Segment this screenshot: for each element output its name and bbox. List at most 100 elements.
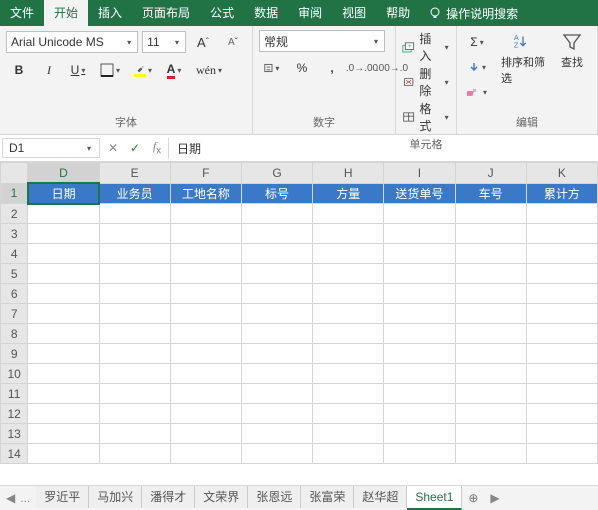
accounting-format-button[interactable]: ▾	[259, 56, 285, 80]
cell[interactable]	[313, 204, 384, 224]
tab-help[interactable]: 帮助	[376, 0, 420, 26]
cell[interactable]	[28, 404, 99, 424]
sheet-tab[interactable]: 马加兴	[89, 486, 142, 508]
cell[interactable]	[313, 404, 384, 424]
column-header[interactable]: H	[313, 163, 384, 184]
cell[interactable]	[28, 204, 99, 224]
cell[interactable]	[384, 264, 455, 284]
cell[interactable]	[455, 344, 526, 364]
cell[interactable]	[455, 204, 526, 224]
cell[interactable]	[28, 224, 99, 244]
cell[interactable]	[384, 224, 455, 244]
cell[interactable]	[99, 304, 170, 324]
cell[interactable]	[313, 424, 384, 444]
cell[interactable]	[241, 404, 312, 424]
cell[interactable]	[313, 284, 384, 304]
tab-file[interactable]: 文件	[0, 0, 44, 26]
column-header[interactable]: D	[28, 163, 99, 184]
cell[interactable]	[170, 284, 241, 304]
cell[interactable]	[99, 424, 170, 444]
cell[interactable]: 累计方	[526, 183, 597, 204]
cell[interactable]	[170, 224, 241, 244]
row-header[interactable]: 14	[1, 444, 28, 464]
cell[interactable]	[384, 444, 455, 464]
fill-button[interactable]: ▾	[463, 55, 493, 79]
tab-review[interactable]: 审阅	[288, 0, 332, 26]
cell[interactable]	[526, 204, 597, 224]
row-header[interactable]: 5	[1, 264, 28, 284]
cell[interactable]	[313, 304, 384, 324]
cell[interactable]	[99, 384, 170, 404]
italic-button[interactable]: I	[36, 58, 62, 82]
cell[interactable]	[455, 384, 526, 404]
cell[interactable]	[455, 224, 526, 244]
select-all-corner[interactable]	[1, 163, 28, 184]
column-header[interactable]: E	[99, 163, 170, 184]
fill-color-button[interactable]: ▾	[130, 58, 158, 82]
cell[interactable]	[99, 224, 170, 244]
sheet-tab[interactable]: 张富荣	[301, 486, 354, 508]
cell[interactable]	[526, 424, 597, 444]
cell[interactable]	[241, 424, 312, 444]
cell[interactable]	[455, 424, 526, 444]
cell[interactable]	[455, 244, 526, 264]
cell[interactable]	[99, 244, 170, 264]
row-header[interactable]: 7	[1, 304, 28, 324]
cell[interactable]	[526, 244, 597, 264]
cell[interactable]	[526, 364, 597, 384]
cell[interactable]	[28, 264, 99, 284]
cell[interactable]	[241, 244, 312, 264]
cell[interactable]	[28, 324, 99, 344]
increase-font-button[interactable]: Aˆ	[190, 30, 216, 54]
cell[interactable]	[99, 284, 170, 304]
tab-data[interactable]: 数据	[244, 0, 288, 26]
tell-me-search[interactable]: 操作说明搜索	[420, 5, 526, 22]
cells-delete-button[interactable]: 删除▾	[402, 65, 450, 99]
phonetic-button[interactable]: wén▾	[192, 58, 228, 82]
cell[interactable]	[455, 304, 526, 324]
cell[interactable]	[99, 444, 170, 464]
sheet-nav-prev[interactable]: ◀	[4, 491, 17, 505]
cell[interactable]	[384, 384, 455, 404]
name-box[interactable]: D1 ▾	[2, 138, 100, 158]
cell[interactable]	[384, 304, 455, 324]
row-header[interactable]: 9	[1, 344, 28, 364]
tab-layout[interactable]: 页面布局	[132, 0, 200, 26]
cell[interactable]	[313, 344, 384, 364]
cell[interactable]	[241, 284, 312, 304]
cell[interactable]	[170, 204, 241, 224]
sheet-tab[interactable]: 张恩远	[248, 486, 301, 508]
row-header[interactable]: 2	[1, 204, 28, 224]
row-header[interactable]: 4	[1, 244, 28, 264]
row-header[interactable]: 1	[1, 183, 28, 204]
cell[interactable]	[313, 384, 384, 404]
decrease-font-button[interactable]: Aˇ	[220, 30, 246, 54]
cell[interactable]	[526, 384, 597, 404]
column-header[interactable]: G	[241, 163, 312, 184]
cell[interactable]	[526, 264, 597, 284]
cell[interactable]	[28, 284, 99, 304]
column-header[interactable]: F	[170, 163, 241, 184]
cell[interactable]	[241, 304, 312, 324]
row-header[interactable]: 6	[1, 284, 28, 304]
cell[interactable]	[170, 244, 241, 264]
cell[interactable]	[170, 304, 241, 324]
cell[interactable]	[455, 264, 526, 284]
row-header[interactable]: 13	[1, 424, 28, 444]
cell[interactable]	[241, 344, 312, 364]
new-sheet-button[interactable]: ⊕	[462, 491, 484, 505]
cell[interactable]: 方量	[313, 183, 384, 204]
cell[interactable]	[526, 304, 597, 324]
cells-insert-button[interactable]: + 插入▾	[402, 30, 450, 64]
cell[interactable]	[241, 444, 312, 464]
formula-input[interactable]: 日期	[168, 138, 598, 159]
cell[interactable]	[384, 404, 455, 424]
cell[interactable]	[526, 284, 597, 304]
cell[interactable]	[99, 344, 170, 364]
cell[interactable]	[241, 384, 312, 404]
cell[interactable]	[384, 364, 455, 384]
cell[interactable]	[313, 444, 384, 464]
column-header[interactable]: K	[526, 163, 597, 184]
cell[interactable]	[384, 324, 455, 344]
tab-formulas[interactable]: 公式	[200, 0, 244, 26]
